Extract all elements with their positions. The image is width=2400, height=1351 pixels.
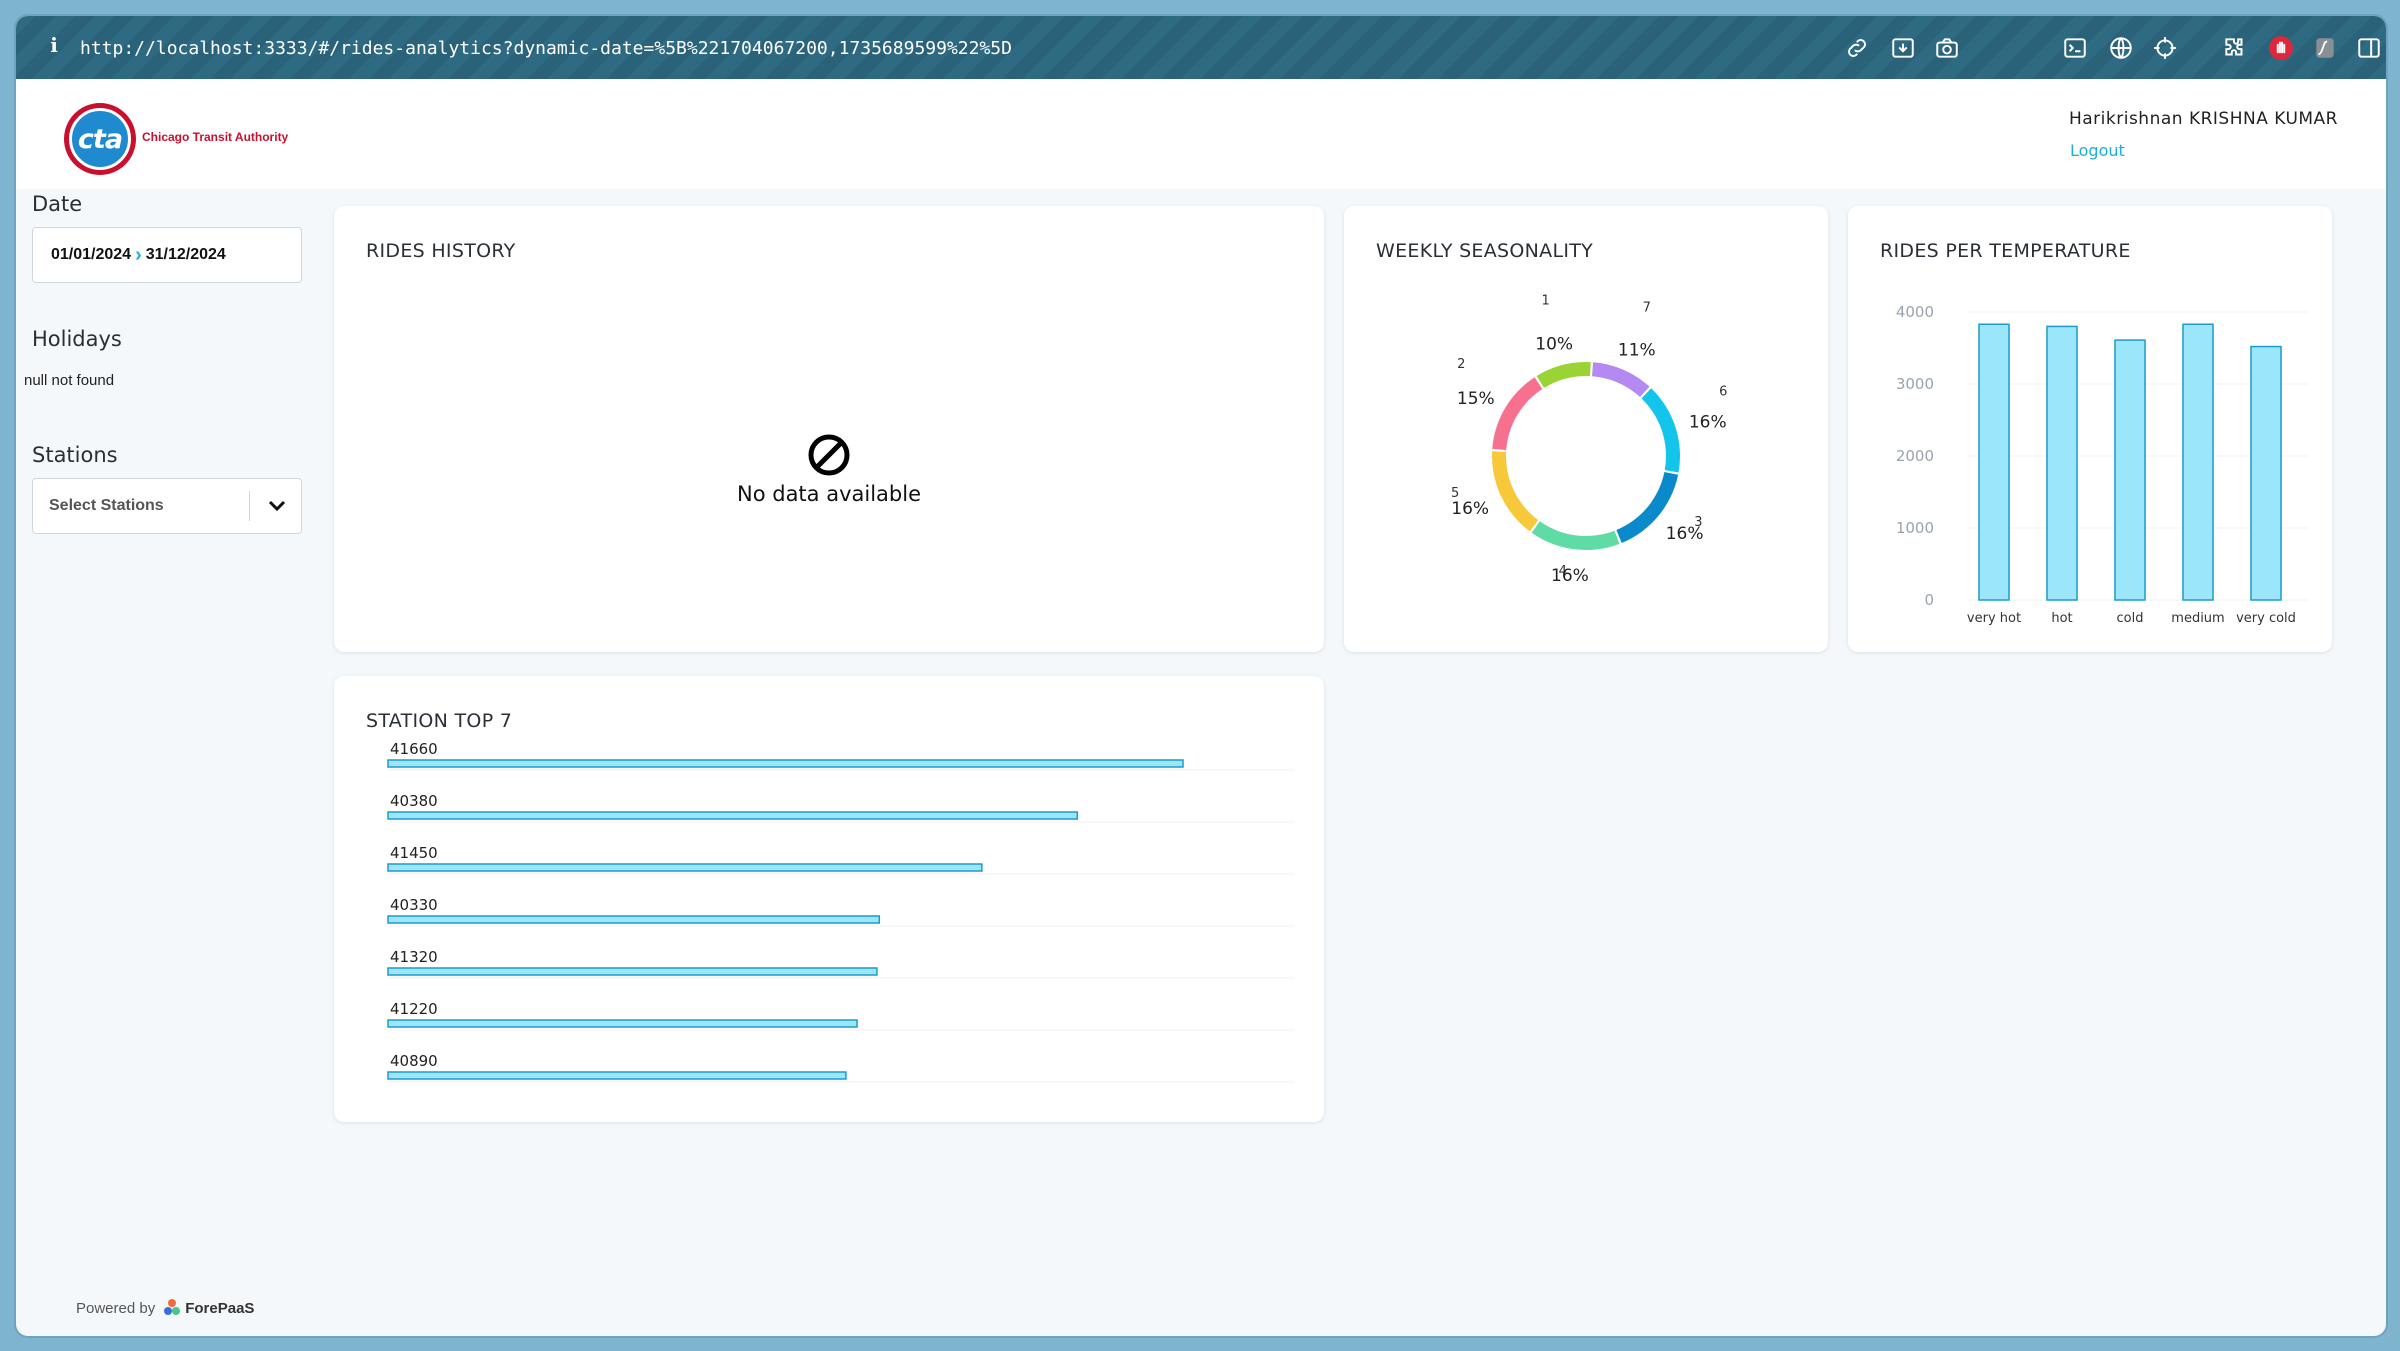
- station-bar: [387, 863, 983, 872]
- download-page-icon[interactable]: [1888, 33, 1918, 63]
- donut-slice-7: [1592, 362, 1650, 398]
- station-bar: [387, 915, 881, 924]
- chevron-down-icon[interactable]: [259, 491, 295, 521]
- donut-category-label: 6: [1719, 384, 1727, 399]
- logo-abbr: cta: [69, 108, 131, 170]
- x-tick-label: hot: [2051, 611, 2072, 626]
- station-label: 41220: [390, 1000, 438, 1018]
- station-top7-card: STATION TOP 7 41660 40380 41450 40330 41320 4…: [334, 676, 1324, 1122]
- temperature-bar: [2182, 323, 2214, 601]
- donut-slice-1: [1536, 362, 1591, 388]
- stations-select[interactable]: Select Stations: [32, 478, 302, 534]
- station-bar: [387, 811, 1079, 820]
- rides-history-card: RIDES HISTORY No data available: [334, 206, 1324, 652]
- y-tick-label: 0: [1924, 591, 1934, 609]
- y-tick-label: 1000: [1896, 519, 1934, 537]
- donut-category-label: 7: [1643, 300, 1651, 315]
- info-icon[interactable]: i: [44, 33, 64, 57]
- globe-icon[interactable]: [2106, 33, 2136, 63]
- station-bar: [387, 967, 878, 976]
- forepaas-brand[interactable]: ForePaaS: [163, 1298, 254, 1318]
- logo-name: Chicago Transit Authority: [142, 130, 289, 144]
- station-bar: [387, 759, 1184, 768]
- powered-by: Powered by ForePaaS: [76, 1298, 254, 1318]
- crosshair-icon[interactable]: [2150, 33, 2180, 63]
- x-tick-label: medium: [2171, 611, 2224, 626]
- rides-per-temperature-card: RIDES PER TEMPERATURE 0 1000 2000 3000 4000 v…: [1848, 206, 2332, 652]
- stations-label: Stations: [32, 443, 118, 467]
- donut-percent-label: 16%: [1451, 499, 1489, 519]
- extensions-icon[interactable]: [2220, 33, 2250, 63]
- script-icon[interactable]: [2310, 33, 2340, 63]
- address-bar: i http://localhost:3333/#/rides-analytic…: [16, 16, 2386, 79]
- forepaas-name: ForePaaS: [185, 1299, 255, 1317]
- date-start: 01/01/2024: [51, 246, 132, 263]
- terminal-icon[interactable]: [2060, 33, 2090, 63]
- station-label: 41450: [390, 844, 438, 862]
- weekly-seasonality-chart: 110%711%616%316%416%516%215%: [1451, 293, 1727, 586]
- select-divider: [249, 491, 250, 521]
- x-tick-label: very cold: [2236, 611, 2296, 626]
- temperature-bar: [1978, 323, 2010, 601]
- donut-percent-label: 11%: [1618, 341, 1656, 361]
- link-icon[interactable]: [1842, 33, 1872, 63]
- rides-history-title: RIDES HISTORY: [366, 240, 516, 262]
- browser-window: i http://localhost:3333/#/rides-analytic…: [16, 16, 2386, 1336]
- camera-icon[interactable]: [1932, 33, 1962, 63]
- donut-slice-5: [1492, 451, 1539, 532]
- rides-per-temperature-chart: 0 1000 2000 3000 4000 very hot hot cold medium ve…: [1896, 303, 2308, 626]
- cta-logo[interactable]: cta: [64, 103, 136, 175]
- powered-by-text: Powered by: [76, 1299, 156, 1317]
- user-name: Harikrishnan KRISHNA KUMAR: [2068, 109, 2338, 129]
- donut-slice-6: [1641, 388, 1680, 473]
- forepaas-logo-icon: [164, 1299, 181, 1315]
- donut-percent-label: 10%: [1535, 335, 1573, 355]
- station-top7-chart: 41660 40380 41450 40330 41320 41220 40890: [387, 740, 1294, 1083]
- x-tick-label: very hot: [1967, 611, 2021, 626]
- temperature-bar: [2250, 345, 2282, 601]
- stations-placeholder: Select Stations: [49, 497, 164, 514]
- donut-percent-label: 16%: [1666, 524, 1704, 544]
- date-range-picker[interactable]: 01/01/2024 › 31/12/2024: [32, 227, 302, 283]
- holidays-label: Holidays: [32, 327, 122, 351]
- no-data: No data available: [334, 432, 1324, 506]
- sidebar-toggle-icon[interactable]: [2354, 33, 2384, 63]
- no-data-text: No data available: [737, 482, 921, 506]
- station-bar: [387, 1019, 858, 1028]
- donut-percent-label: 16%: [1551, 566, 1589, 586]
- station-label: 41320: [390, 948, 438, 966]
- station-label: 40890: [390, 1052, 438, 1070]
- weekly-seasonality-card: WEEKLY SEASONALITY 1 10% 7 11% 6 16% 3 16% 4 16% 5…: [1344, 206, 1828, 652]
- y-tick-label: 4000: [1896, 303, 1934, 321]
- x-tick-label: cold: [2117, 611, 2144, 626]
- holidays-text: null not found: [24, 372, 115, 389]
- date-end: 31/12/2024: [145, 246, 226, 263]
- temperature-bar: [2114, 339, 2146, 601]
- station-label: 40380: [390, 792, 438, 810]
- donut-percent-label: 15%: [1457, 389, 1495, 409]
- station-label: 40330: [390, 896, 438, 914]
- donut-slice-4: [1531, 521, 1620, 550]
- date-label: Date: [32, 192, 83, 216]
- stop-hand-icon[interactable]: [2266, 33, 2296, 63]
- app-header: cta Chicago Transit Authority Harikrishn…: [16, 79, 2386, 189]
- y-tick-label: 2000: [1896, 447, 1934, 465]
- station-label: 41660: [390, 740, 438, 758]
- donut-percent-label: 16%: [1689, 413, 1727, 433]
- station-bar: [387, 1071, 847, 1080]
- donut-slice-2: [1492, 377, 1543, 450]
- donut-category-label: 2: [1457, 357, 1465, 372]
- url-text[interactable]: http://localhost:3333/#/rides-analytics?…: [80, 38, 1012, 59]
- donut-category-label: 1: [1542, 293, 1550, 308]
- chevron-right-icon: ›: [135, 243, 142, 266]
- no-data-icon: [808, 434, 850, 476]
- logout-link[interactable]: Logout: [2070, 141, 2125, 160]
- y-tick-label: 3000: [1896, 375, 1934, 393]
- temperature-bar: [2046, 325, 2078, 601]
